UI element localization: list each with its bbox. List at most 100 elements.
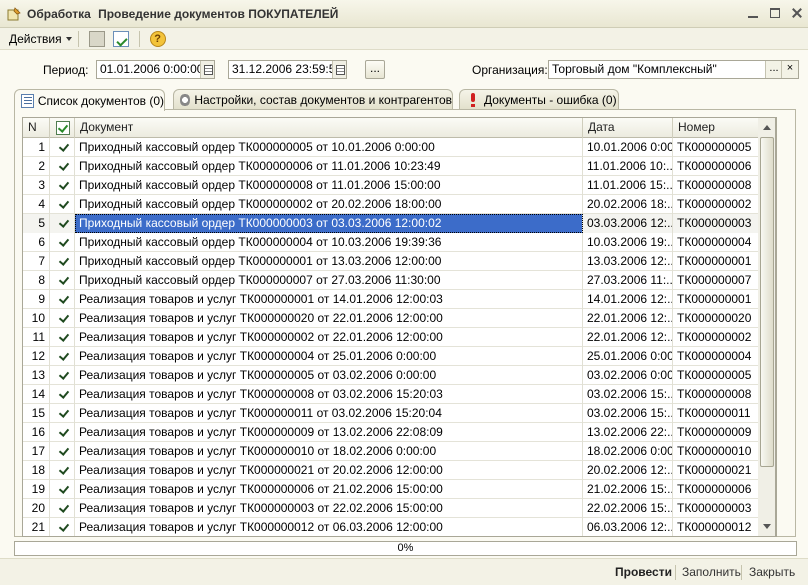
checkmark-icon bbox=[58, 483, 70, 494]
table-row[interactable]: 15 Реализация товаров и услуг ТК000000011… bbox=[23, 404, 776, 423]
cell-document[interactable]: Реализация товаров и услуг ТК000000003 о… bbox=[75, 499, 583, 518]
tab-settings[interactable]: Настройки, состав документов и контраген… bbox=[173, 89, 453, 110]
table-row[interactable]: 9 Реализация товаров и услуг ТК000000001 … bbox=[23, 290, 776, 309]
cell-document[interactable]: Реализация товаров и услуг ТК000000004 о… bbox=[75, 347, 583, 366]
cell-document[interactable]: Реализация товаров и услуг ТК000000006 о… bbox=[75, 480, 583, 499]
document-icon[interactable] bbox=[88, 30, 105, 47]
window-title: Обработка Проведение документов ПОКУПАТЕ… bbox=[27, 7, 338, 21]
column-header-n[interactable]: N bbox=[23, 118, 50, 138]
help-icon[interactable]: ? bbox=[149, 30, 166, 47]
cell-document[interactable]: Реализация товаров и услуг ТК000000009 о… bbox=[75, 423, 583, 442]
cell-n: 5 bbox=[23, 214, 50, 233]
cell-date: 22.02.2006 15:... bbox=[583, 499, 673, 518]
maximize-icon[interactable] bbox=[768, 6, 782, 20]
cell-posted bbox=[50, 385, 75, 404]
period-select-button[interactable]: ... bbox=[365, 60, 385, 79]
calendar-icon[interactable] bbox=[200, 61, 214, 78]
cell-document[interactable]: Реализация товаров и услуг ТК000000010 о… bbox=[75, 442, 583, 461]
table-row[interactable]: 2 Приходный кассовый ордер ТК000000006 от… bbox=[23, 157, 776, 176]
table-row[interactable]: 11 Реализация товаров и услуг ТК000000002… bbox=[23, 328, 776, 347]
column-header-posted[interactable] bbox=[50, 118, 75, 138]
close-button[interactable]: Закрыть bbox=[749, 565, 795, 579]
table-row[interactable]: 5 Приходный кассовый ордер ТК000000003 от… bbox=[23, 214, 776, 233]
table-row[interactable]: 14 Реализация товаров и услуг ТК000000008… bbox=[23, 385, 776, 404]
cell-document[interactable]: Приходный кассовый ордер ТК000000006 от … bbox=[75, 157, 583, 176]
table-row[interactable]: 21 Реализация товаров и услуг ТК000000012… bbox=[23, 518, 776, 536]
post-document-icon[interactable] bbox=[112, 30, 129, 47]
cell-document[interactable]: Реализация товаров и услуг ТК000000021 о… bbox=[75, 461, 583, 480]
column-header-date[interactable]: Дата bbox=[583, 118, 673, 138]
cell-document[interactable]: Приходный кассовый ордер ТК000000001 от … bbox=[75, 252, 583, 271]
cell-date: 20.02.2006 18:... bbox=[583, 195, 673, 214]
scroll-down-icon[interactable] bbox=[760, 519, 774, 533]
cell-n: 7 bbox=[23, 252, 50, 271]
tab-document-list[interactable]: Список документов (0) bbox=[14, 89, 165, 111]
table-header: N Документ Дата Номер bbox=[23, 118, 776, 138]
cell-n: 21 bbox=[23, 518, 50, 536]
table-row[interactable]: 10 Реализация товаров и услуг ТК000000020… bbox=[23, 309, 776, 328]
cell-date: 03.02.2006 15:... bbox=[583, 404, 673, 423]
cell-posted bbox=[50, 328, 75, 347]
tab-errors[interactable]: Документы - ошибка (0) bbox=[459, 89, 619, 110]
table-row[interactable]: 16 Реализация товаров и услуг ТК000000009… bbox=[23, 423, 776, 442]
cell-date: 22.01.2006 12:... bbox=[583, 328, 673, 347]
calendar-icon[interactable] bbox=[332, 61, 346, 78]
date-to-field[interactable]: 31.12.2006 23:59:59 bbox=[228, 60, 347, 79]
date-to-value: 31.12.2006 23:59:59 bbox=[232, 62, 343, 76]
actions-menu-button[interactable]: Действия bbox=[9, 32, 72, 46]
cell-document[interactable]: Приходный кассовый ордер ТК000000005 от … bbox=[75, 138, 583, 157]
post-button[interactable]: Провести bbox=[615, 565, 672, 579]
cell-document[interactable]: Приходный кассовый ордер ТК000000007 от … bbox=[75, 271, 583, 290]
cell-document[interactable]: Реализация товаров и услуг ТК000000011 о… bbox=[75, 404, 583, 423]
footer-bar: Провести Заполнить Закрыть bbox=[0, 558, 808, 585]
column-header-document[interactable]: Документ bbox=[75, 118, 583, 138]
scroll-up-icon[interactable] bbox=[760, 121, 774, 135]
cell-posted bbox=[50, 157, 75, 176]
organization-field[interactable]: Торговый дом "Комплексный" ... × bbox=[548, 60, 799, 79]
table-row[interactable]: 4 Приходный кассовый ордер ТК000000002 от… bbox=[23, 195, 776, 214]
cell-document[interactable]: Реализация товаров и услуг ТК000000001 о… bbox=[75, 290, 583, 309]
cell-n: 16 bbox=[23, 423, 50, 442]
scroll-thumb[interactable] bbox=[760, 137, 774, 467]
checkmark-icon bbox=[58, 445, 70, 456]
table-row[interactable]: 18 Реализация товаров и услуг ТК000000021… bbox=[23, 461, 776, 480]
checkmark-icon bbox=[58, 217, 70, 228]
cell-document[interactable]: Приходный кассовый ордер ТК000000004 от … bbox=[75, 233, 583, 252]
organization-select-button[interactable]: ... bbox=[765, 61, 782, 78]
minimize-icon[interactable] bbox=[746, 6, 760, 20]
table-row[interactable]: 20 Реализация товаров и услуг ТК000000003… bbox=[23, 499, 776, 518]
checkmark-icon bbox=[58, 179, 70, 190]
cell-document[interactable]: Приходный кассовый ордер ТК000000003 от … bbox=[75, 214, 583, 233]
cell-document[interactable]: Реализация товаров и услуг ТК000000012 о… bbox=[75, 518, 583, 536]
cell-document[interactable]: Реализация товаров и услуг ТК000000005 о… bbox=[75, 366, 583, 385]
fill-button[interactable]: Заполнить bbox=[682, 565, 741, 579]
table-row[interactable]: 6 Приходный кассовый ордер ТК000000004 от… bbox=[23, 233, 776, 252]
checkmark-icon bbox=[58, 160, 70, 171]
table-row[interactable]: 8 Приходный кассовый ордер ТК000000007 от… bbox=[23, 271, 776, 290]
organization-clear-button[interactable]: × bbox=[781, 61, 798, 78]
date-from-value: 01.01.2006 0:00:00 bbox=[100, 62, 204, 76]
table-row[interactable]: 12 Реализация товаров и услуг ТК000000004… bbox=[23, 347, 776, 366]
table-row[interactable]: 1 Приходный кассовый ордер ТК000000005 от… bbox=[23, 138, 776, 157]
table-row[interactable]: 17 Реализация товаров и услуг ТК000000010… bbox=[23, 442, 776, 461]
cell-date: 20.02.2006 12:... bbox=[583, 461, 673, 480]
close-icon[interactable] bbox=[790, 6, 804, 20]
table-row[interactable]: 19 Реализация товаров и услуг ТК000000006… bbox=[23, 480, 776, 499]
cell-posted bbox=[50, 366, 75, 385]
cell-document[interactable]: Приходный кассовый ордер ТК000000008 от … bbox=[75, 176, 583, 195]
cell-n: 4 bbox=[23, 195, 50, 214]
cell-document[interactable]: Реализация товаров и услуг ТК000000002 о… bbox=[75, 328, 583, 347]
cell-n: 1 bbox=[23, 138, 50, 157]
vertical-scrollbar[interactable] bbox=[758, 117, 776, 537]
table-row[interactable]: 7 Приходный кассовый ордер ТК000000001 от… bbox=[23, 252, 776, 271]
cell-document[interactable]: Приходный кассовый ордер ТК000000002 от … bbox=[75, 195, 583, 214]
cell-document[interactable]: Реализация товаров и услуг ТК000000020 о… bbox=[75, 309, 583, 328]
cell-n: 6 bbox=[23, 233, 50, 252]
table-row[interactable]: 13 Реализация товаров и услуг ТК000000005… bbox=[23, 366, 776, 385]
cell-document[interactable]: Реализация товаров и услуг ТК000000008 о… bbox=[75, 385, 583, 404]
documents-table[interactable]: N Документ Дата Номер 1 Приходный кассовы… bbox=[22, 117, 777, 537]
date-from-field[interactable]: 01.01.2006 0:00:00 bbox=[96, 60, 215, 79]
cell-date: 18.02.2006 0:00:00 bbox=[583, 442, 673, 461]
table-row[interactable]: 3 Приходный кассовый ордер ТК000000008 от… bbox=[23, 176, 776, 195]
cell-n: 10 bbox=[23, 309, 50, 328]
